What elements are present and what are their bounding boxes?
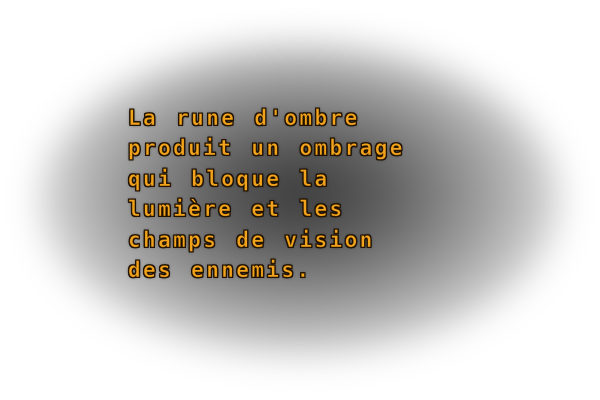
tooltip-line-6: des ennemis.	[128, 258, 312, 283]
tooltip-line-3: qui bloque la	[128, 166, 330, 192]
tooltip-line-5: champs de vision	[128, 227, 375, 252]
tooltip-line-1: La rune d'ombre	[128, 106, 360, 131]
rune-description-tooltip: La rune d'ombre produit un ombrage qui b…	[128, 103, 488, 285]
game-screen: La rune d'ombre produit un ombrage qui b…	[0, 0, 600, 400]
tooltip-line-4: lumière et les	[128, 197, 345, 222]
tooltip-line-2: produit un ombrage	[128, 136, 405, 161]
